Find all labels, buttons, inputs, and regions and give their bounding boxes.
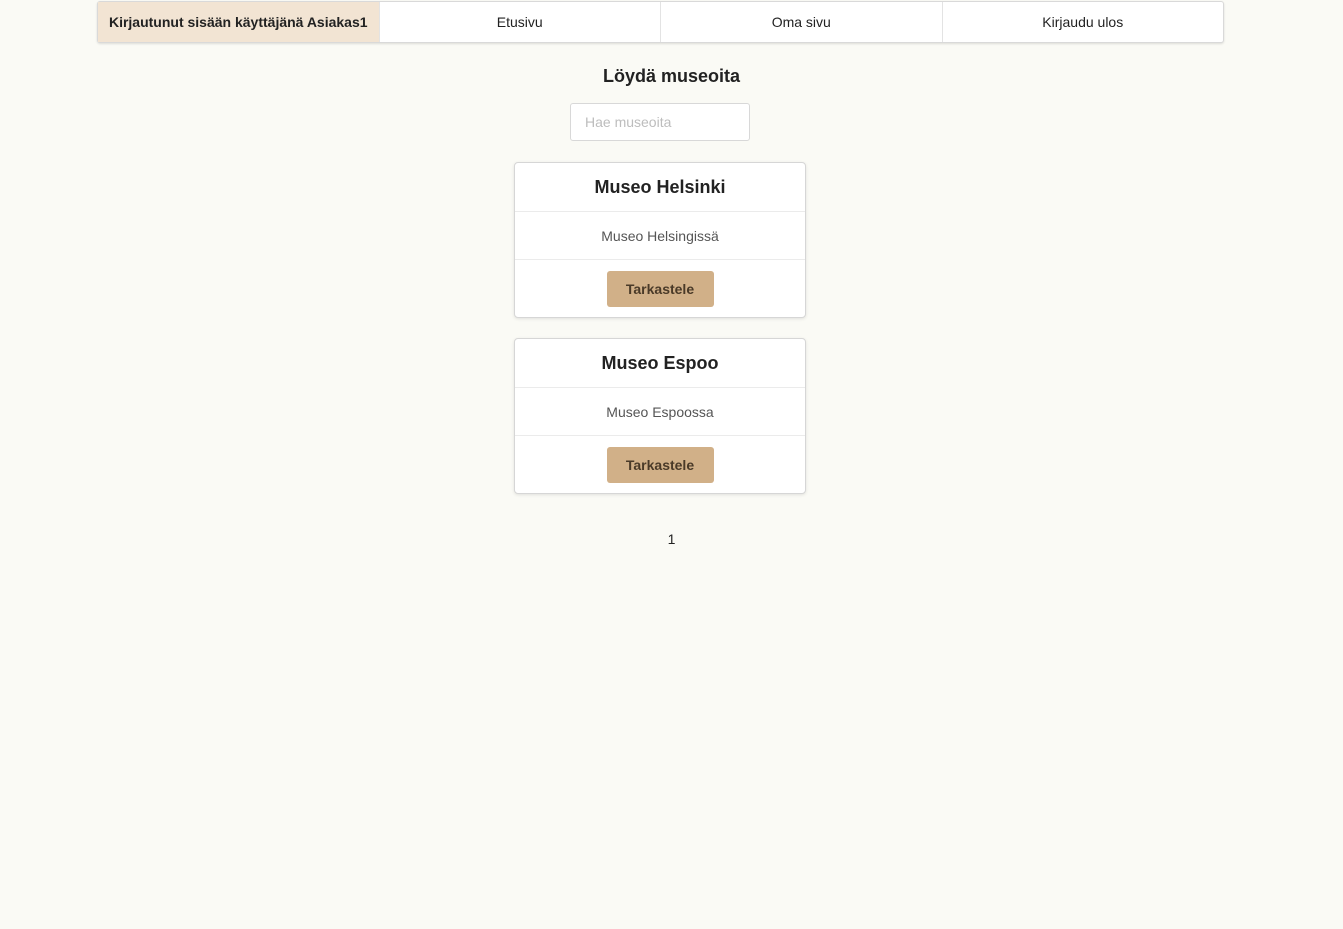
top-navigation: Kirjautunut sisään käyttäjänä Asiakas1 E… <box>97 1 1224 43</box>
page-title: Löydä museoita <box>602 66 741 86</box>
search-museums-input[interactable] <box>570 103 750 141</box>
museum-card: Museo Espoo Museo Espoossa Tarkastele <box>514 338 806 494</box>
view-museum-button[interactable]: Tarkastele <box>606 446 714 483</box>
museum-card-title: Museo Helsinki <box>515 163 805 212</box>
nav-home-link[interactable]: Etusivu <box>378 2 661 42</box>
nav-my-page-link[interactable]: Oma sivu <box>660 2 942 42</box>
pagination: 1 <box>0 531 1343 547</box>
nav-logout-link[interactable]: Kirjaudu ulos <box>941 2 1224 42</box>
museum-card-title: Museo Espoo <box>515 339 805 388</box>
museum-card-description: Museo Helsingissä <box>515 212 805 260</box>
logged-in-user-label: Kirjautunut sisään käyttäjänä Asiakas1 <box>98 2 379 42</box>
view-museum-button[interactable]: Tarkastele <box>606 270 714 307</box>
museum-card-actions: Tarkastele <box>515 436 805 493</box>
museum-card: Museo Helsinki Museo Helsingissä Tarkast… <box>514 162 806 318</box>
museum-card-description: Museo Espoossa <box>515 388 805 436</box>
pagination-page-1[interactable]: 1 <box>668 531 676 547</box>
museum-card-actions: Tarkastele <box>515 260 805 317</box>
